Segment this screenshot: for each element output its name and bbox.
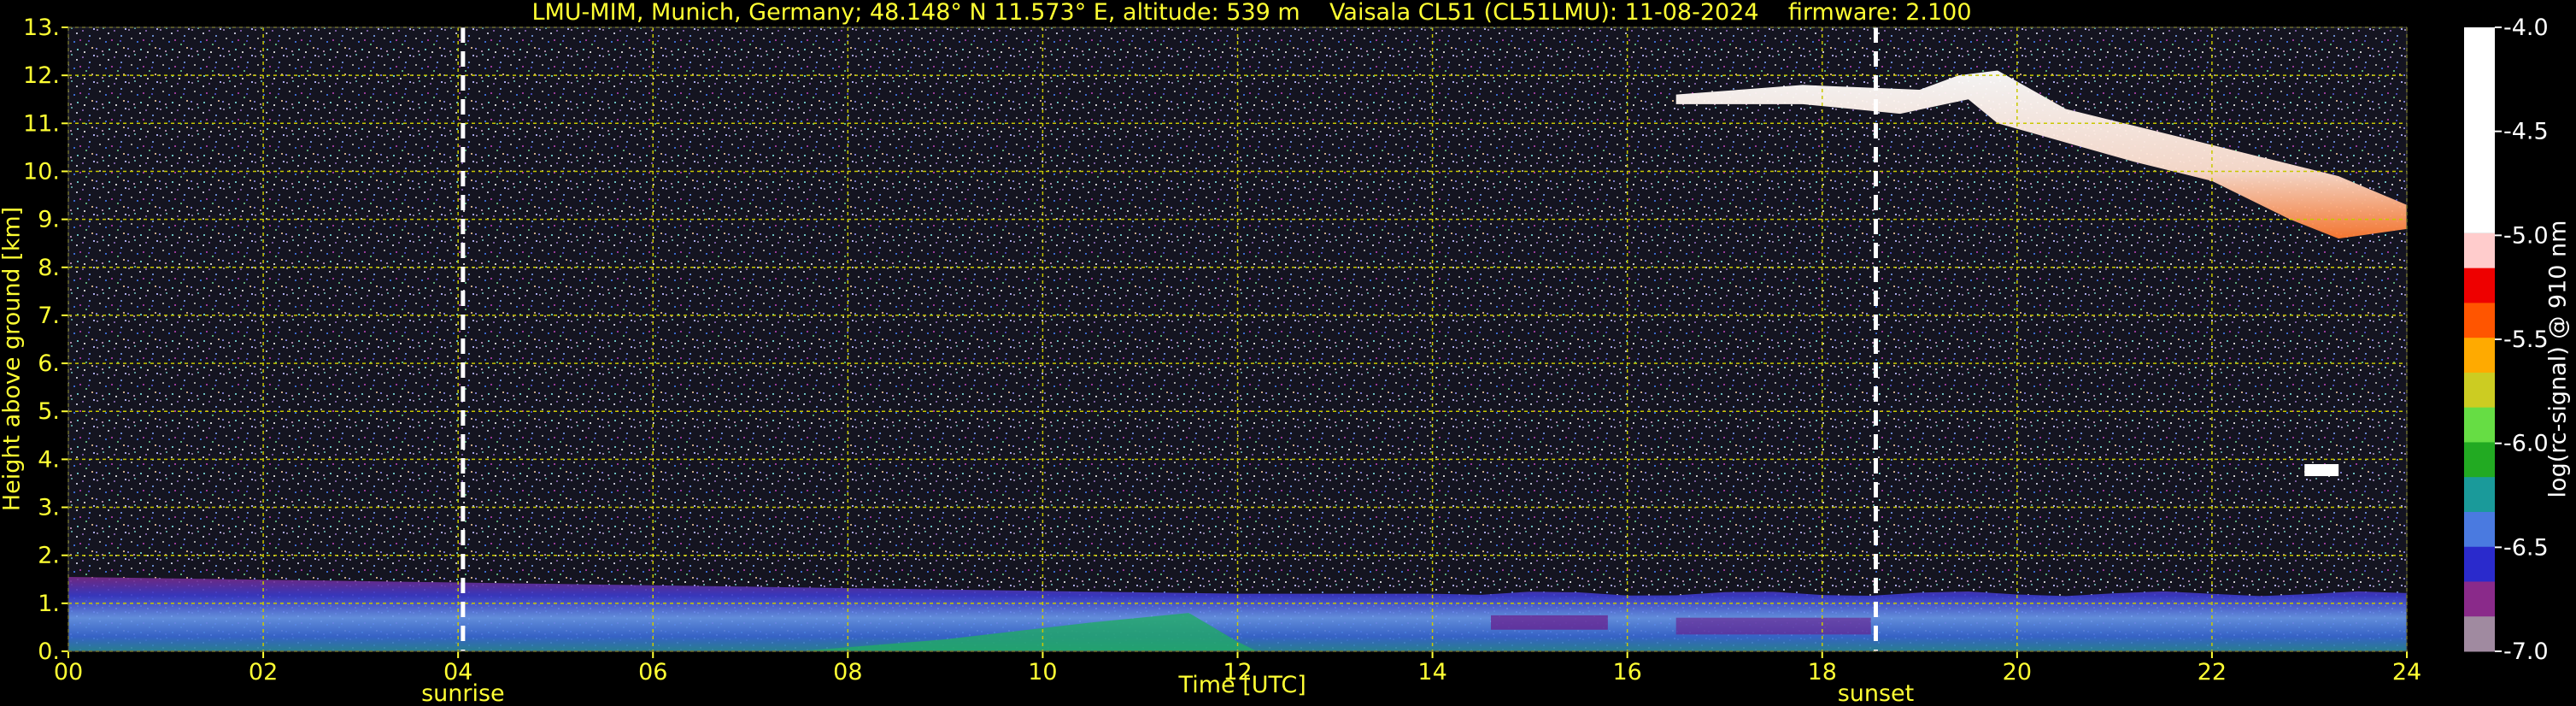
colorbar-segment	[2464, 232, 2495, 269]
colorbar-tick-label: -4.5	[2503, 119, 2549, 145]
aerosol-patch	[1675, 617, 1871, 635]
y-tick-label: 7.	[38, 303, 60, 329]
colorbar-segment	[2464, 338, 2495, 374]
colorbar-segment	[2464, 268, 2495, 303]
colorbar-tick-label: -6.5	[2503, 534, 2549, 561]
small-cloud	[2304, 464, 2339, 477]
colorbar-segment	[2464, 303, 2495, 338]
y-tick-label: 13.	[23, 15, 60, 41]
colorbar-tick-label: -5.5	[2503, 327, 2549, 353]
x-tick-label: 18	[1808, 659, 1837, 685]
x-axis-label: Time [UTC]	[1178, 672, 1306, 698]
y-tick-label: 5.	[38, 398, 60, 425]
y-tick-label: 3.	[38, 495, 60, 521]
colorbar-segment	[2464, 581, 2495, 617]
y-axis-label: Height above ground [km]	[0, 206, 26, 512]
y-tick-label: 4.	[38, 446, 60, 473]
colorbar-tick-label: -6.0	[2503, 431, 2549, 457]
colorbar-label: log(rc-signal) @ 910 nm	[2544, 220, 2572, 498]
colorbar-tick-label: -5.0	[2503, 222, 2549, 249]
y-tick-label: 8.	[38, 255, 60, 281]
colorbar-segment	[2464, 407, 2495, 443]
colorbar-tick-label: -7.0	[2503, 638, 2549, 665]
y-tick-label: 6.	[38, 350, 60, 377]
colorbar-top	[2464, 27, 2495, 233]
colorbar-segment	[2464, 511, 2495, 548]
y-tick-label: 1.	[38, 591, 60, 617]
x-tick-label: 20	[2003, 659, 2032, 685]
x-tick-label: 06	[638, 659, 667, 685]
x-tick-label: 24	[2392, 659, 2421, 685]
y-tick-label: 11.	[23, 110, 60, 137]
lidar-chart: sunrise sunset 00 02 04 06 08 10 12 14 16 18 20 22 24…	[23, 15, 2549, 706]
x-tick-label: 04	[443, 659, 472, 685]
sunset-label: sunset	[1838, 680, 1915, 706]
colorbar-segment	[2464, 372, 2495, 409]
colorbar-tick-label: -4.0	[2503, 15, 2549, 41]
colorbar-segment	[2464, 477, 2495, 513]
y-tick-label: 12.	[23, 62, 60, 89]
y-tick-label: 10.	[23, 158, 60, 185]
aerosol-patch	[1491, 615, 1608, 630]
colorbar-segment	[2464, 442, 2495, 478]
x-tick-label: 22	[2198, 659, 2227, 685]
x-tick-label: 08	[833, 659, 862, 685]
x-tick-label: 14	[1417, 659, 1446, 685]
x-tick-label: 16	[1612, 659, 1641, 685]
y-tick-label: 9.	[38, 207, 60, 233]
y-tick-label: 0.	[38, 638, 60, 665]
x-tick-label: 02	[249, 659, 278, 685]
colorbar-segment	[2464, 616, 2495, 652]
colorbar-segment	[2464, 546, 2495, 582]
y-tick-label: 2.	[38, 543, 60, 569]
x-tick-label: 10	[1028, 659, 1057, 685]
